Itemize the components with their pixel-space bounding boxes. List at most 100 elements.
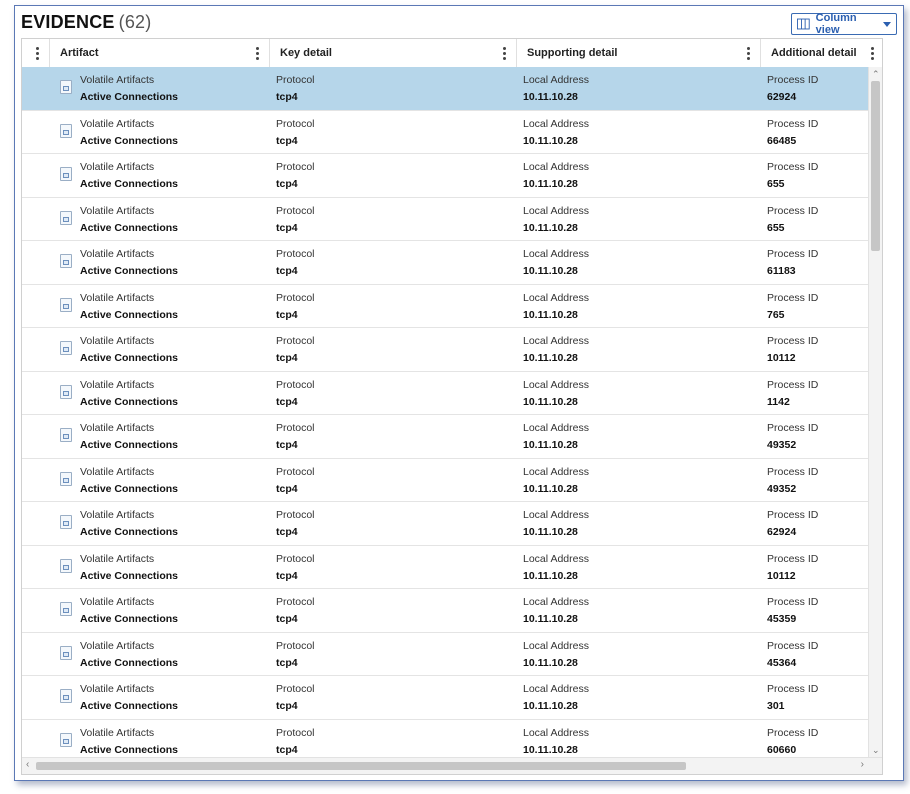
cell-additional-detail: Process ID 66485 (761, 111, 869, 154)
key-label: Protocol (276, 161, 315, 173)
artifact-name: Active Connections (80, 265, 179, 277)
horizontal-scrollbar[interactable]: ‹ › (22, 757, 882, 774)
table-row[interactable]: Volatile Artifacts Active Connections Prot… (22, 720, 882, 759)
support-value: 10.11.10.28 (523, 613, 578, 625)
cell-key-detail: Protocol tcp4 (270, 241, 517, 284)
support-label: Local Address (523, 465, 589, 478)
evidence-count: (62) (118, 12, 152, 32)
column-header-key-detail[interactable]: Key detail (270, 39, 517, 67)
cell-additional-detail: Process ID 62924 (761, 502, 869, 545)
row-spacer (22, 502, 50, 545)
table-row[interactable]: Volatile Artifacts Active Connections Prot… (22, 415, 882, 459)
kebab-menu-icon[interactable] (868, 45, 876, 61)
key-label: Protocol (276, 683, 315, 695)
table-row[interactable]: Volatile Artifacts Active Connections Prot… (22, 328, 882, 372)
column-view-button[interactable]: Column view (791, 12, 897, 36)
scroll-down-icon[interactable]: ⌄ (872, 745, 880, 756)
cell-artifact: Volatile Artifacts Active Connections (50, 633, 270, 676)
artifact-name: Active Connections (80, 613, 179, 625)
support-value: 10.11.10.28 (523, 221, 578, 234)
cell-key-detail: Protocol tcp4 (270, 285, 517, 328)
table-row[interactable]: Volatile Artifacts Active Connections Prot… (22, 154, 882, 198)
scroll-up-icon[interactable]: ⌃ (872, 69, 880, 80)
table-row[interactable]: Volatile Artifacts Active Connections Prot… (22, 633, 882, 676)
key-label: Protocol (276, 378, 315, 391)
support-label: Local Address (523, 291, 589, 304)
column-header-additional-detail[interactable]: Additional detail (761, 39, 882, 67)
key-label: Protocol (276, 596, 315, 608)
additional-value: 45364 (767, 656, 797, 669)
table-row[interactable]: Volatile Artifacts Active Connections Prot… (22, 198, 882, 241)
cell-additional-detail: Process ID 62924 (761, 67, 869, 110)
columns-icon (797, 18, 810, 30)
scroll-left-icon[interactable]: ‹ (26, 759, 29, 770)
table-row[interactable]: Volatile Artifacts Active Connections Prot… (22, 372, 882, 415)
additional-value: 655 (767, 178, 785, 190)
document-icon (60, 297, 72, 312)
table-row[interactable]: Volatile Artifacts Active Connections Prot… (22, 111, 882, 154)
kebab-menu-icon[interactable] (500, 45, 508, 61)
row-spacer (22, 546, 50, 589)
table-row[interactable]: Volatile Artifacts Active Connections Prot… (22, 589, 882, 633)
table-row[interactable]: Volatile Artifacts Active Connections Prot… (22, 546, 882, 589)
title-text: EVIDENCE (21, 12, 115, 32)
cell-key-detail: Protocol tcp4 (270, 328, 517, 371)
artifact-name: Active Connections (80, 439, 179, 451)
artifact-type: Volatile Artifacts (80, 204, 155, 217)
column-header-artifact[interactable]: Artifact (50, 39, 270, 67)
cell-supporting-detail: Local Address 10.11.10.28 (517, 372, 761, 415)
document-icon (60, 645, 72, 660)
cell-additional-detail: Process ID 765 (761, 285, 869, 328)
column-header-supporting-detail[interactable]: Supporting detail (517, 39, 761, 67)
table-row[interactable]: Volatile Artifacts Active Connections Prot… (22, 676, 882, 720)
additional-label: Process ID (767, 248, 819, 260)
additional-value: 45359 (767, 613, 797, 625)
horizontal-scroll-thumb[interactable] (36, 762, 686, 770)
key-value: tcp4 (276, 656, 298, 669)
cell-key-detail: Protocol tcp4 (270, 546, 517, 589)
cell-artifact: Volatile Artifacts Active Connections (50, 111, 270, 154)
row-spacer (22, 633, 50, 676)
cell-additional-detail: Process ID 1142 (761, 372, 869, 415)
support-value: 10.11.10.28 (523, 91, 578, 103)
panel-header: EVIDENCE (62) Column view (21, 12, 897, 36)
scroll-right-icon[interactable]: › (861, 759, 864, 770)
cell-key-detail: Protocol tcp4 (270, 67, 517, 110)
cell-artifact: Volatile Artifacts Active Connections (50, 546, 270, 589)
cell-key-detail: Protocol tcp4 (270, 111, 517, 154)
artifact-name: Active Connections (80, 308, 179, 321)
vertical-scroll-thumb[interactable] (871, 81, 880, 251)
cell-key-detail: Protocol tcp4 (270, 198, 517, 241)
support-value: 10.11.10.28 (523, 134, 578, 147)
document-icon (60, 471, 72, 486)
cell-supporting-detail: Local Address 10.11.10.28 (517, 285, 761, 328)
table-row[interactable]: Volatile Artifacts Active Connections Prot… (22, 502, 882, 546)
row-menu-header[interactable] (22, 39, 50, 67)
support-label: Local Address (523, 509, 589, 521)
key-label: Protocol (276, 117, 315, 130)
additional-label: Process ID (767, 683, 819, 695)
cell-supporting-detail: Local Address 10.11.10.28 (517, 111, 761, 154)
page-title: EVIDENCE (62) (21, 12, 151, 33)
cell-artifact: Volatile Artifacts Active Connections (50, 198, 270, 241)
table-row[interactable]: Volatile Artifacts Active Connections Prot… (22, 459, 882, 502)
document-icon (60, 689, 72, 703)
document-icon (60, 167, 72, 181)
additional-value: 62924 (767, 91, 797, 103)
table-row[interactable]: Volatile Artifacts Active Connections Prot… (22, 285, 882, 328)
kebab-menu-icon[interactable] (253, 45, 261, 61)
additional-label: Process ID (767, 509, 819, 521)
row-spacer (22, 198, 50, 241)
support-label: Local Address (523, 683, 589, 695)
cell-supporting-detail: Local Address 10.11.10.28 (517, 459, 761, 502)
cell-key-detail: Protocol tcp4 (270, 372, 517, 415)
kebab-menu-icon[interactable] (744, 45, 752, 61)
support-label: Local Address (523, 639, 589, 652)
column-header-label: Key detail (280, 47, 332, 59)
table-row[interactable]: Volatile Artifacts Active Connections Prot… (22, 67, 882, 111)
artifact-name: Active Connections (80, 91, 179, 103)
cell-key-detail: Protocol tcp4 (270, 459, 517, 502)
table-row[interactable]: Volatile Artifacts Active Connections Prot… (22, 241, 882, 285)
vertical-scrollbar[interactable]: ⌃ ⌄ (868, 67, 882, 758)
artifact-name: Active Connections (80, 743, 179, 756)
